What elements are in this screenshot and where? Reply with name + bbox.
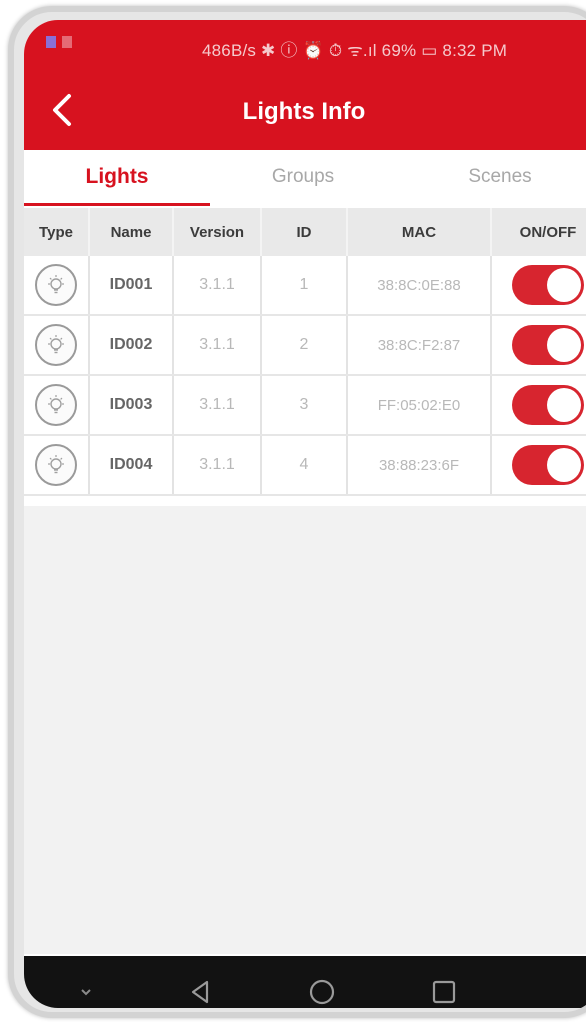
name-cell: ID004	[90, 436, 174, 494]
id-cell: 4	[262, 436, 348, 494]
lightbulb-icon	[35, 444, 77, 486]
back-button[interactable]	[38, 86, 86, 134]
nav-hide-button[interactable]	[64, 970, 108, 1008]
nav-recents-button[interactable]	[422, 970, 466, 1008]
page-title: Lights Info	[242, 98, 366, 125]
table-row[interactable]: ID003 3.1.1 3 FF:05:02:E0	[24, 376, 586, 436]
lightbulb-icon	[35, 384, 77, 426]
version-cell: 3.1.1	[174, 376, 262, 434]
screen: 486B/s ✱ ⓘ ⏰ ⏱ ᯤ.ıl 69% ▭ 8:32 PM Lights…	[24, 20, 586, 1008]
mac-cell: FF:05:02:E0	[348, 376, 492, 434]
nav-back-button[interactable]	[178, 970, 222, 1008]
column-header-version: Version	[174, 208, 262, 256]
notification-icon	[46, 36, 56, 48]
tab-scenes[interactable]: Scenes	[396, 150, 586, 206]
toggle-knob	[547, 388, 581, 422]
column-header-id: ID	[262, 208, 348, 256]
empty-list-area	[24, 506, 586, 954]
onoff-cell	[492, 376, 586, 434]
lights-table: Type Name Version ID MAC ON/OFF ID001 3.…	[24, 208, 586, 496]
app-bar: Lights Info	[24, 74, 586, 150]
tab-groups[interactable]: Groups	[210, 150, 396, 206]
home-circle-icon	[309, 979, 335, 1005]
chevron-down-icon	[81, 989, 91, 996]
toggle-knob	[547, 448, 581, 482]
version-cell: 3.1.1	[174, 316, 262, 374]
column-header-name: Name	[90, 208, 174, 256]
table-header: Type Name Version ID MAC ON/OFF	[24, 208, 586, 256]
table-row[interactable]: ID004 3.1.1 4 38:88:23:6F	[24, 436, 586, 496]
id-cell: 3	[262, 376, 348, 434]
id-cell: 2	[262, 316, 348, 374]
type-cell	[24, 316, 90, 374]
power-toggle[interactable]	[512, 385, 584, 425]
nav-home-button[interactable]	[300, 970, 344, 1008]
status-bar: 486B/s ✱ ⓘ ⏰ ⏱ ᯤ.ıl 69% ▭ 8:32 PM	[24, 20, 586, 74]
mac-cell: 38:88:23:6F	[348, 436, 492, 494]
type-cell	[24, 256, 90, 314]
status-notification-icons	[46, 36, 72, 48]
phone-frame: 486B/s ✱ ⓘ ⏰ ⏱ ᯤ.ıl 69% ▭ 8:32 PM Lights…	[8, 6, 586, 1018]
name-cell: ID001	[90, 256, 174, 314]
id-cell: 1	[262, 256, 348, 314]
recents-square-icon	[432, 980, 456, 1004]
toggle-knob	[547, 328, 581, 362]
version-cell: 3.1.1	[174, 436, 262, 494]
onoff-cell	[492, 256, 586, 314]
tab-bar: Lights Groups Scenes	[24, 150, 586, 206]
power-toggle[interactable]	[512, 325, 584, 365]
name-cell: ID002	[90, 316, 174, 374]
table-row[interactable]: ID001 3.1.1 1 38:8C:0E:88	[24, 256, 586, 316]
lightbulb-icon	[35, 264, 77, 306]
lightbulb-icon	[35, 324, 77, 366]
toggle-knob	[547, 268, 581, 302]
table-row[interactable]: ID002 3.1.1 2 38:8C:F2:87	[24, 316, 586, 376]
column-header-mac: MAC	[348, 208, 492, 256]
power-toggle[interactable]	[512, 265, 584, 305]
back-arrow-icon	[53, 94, 71, 126]
type-cell	[24, 376, 90, 434]
status-text: 486B/s ✱ ⓘ ⏰ ⏱ ᯤ.ıl 69% ▭ 8:32 PM	[202, 41, 508, 60]
type-cell	[24, 436, 90, 494]
system-nav-bar	[24, 956, 586, 1008]
onoff-cell	[492, 436, 586, 494]
column-header-type: Type	[24, 208, 90, 256]
column-header-onoff: ON/OFF	[519, 223, 577, 241]
mac-cell: 38:8C:0E:88	[348, 256, 492, 314]
name-cell: ID003	[90, 376, 174, 434]
version-cell: 3.1.1	[174, 256, 262, 314]
back-triangle-icon	[191, 980, 209, 1004]
notification-icon	[62, 36, 72, 48]
onoff-cell	[492, 316, 586, 374]
tab-lights[interactable]: Lights	[24, 150, 210, 206]
power-toggle[interactable]	[512, 445, 584, 485]
mac-cell: 38:8C:F2:87	[348, 316, 492, 374]
